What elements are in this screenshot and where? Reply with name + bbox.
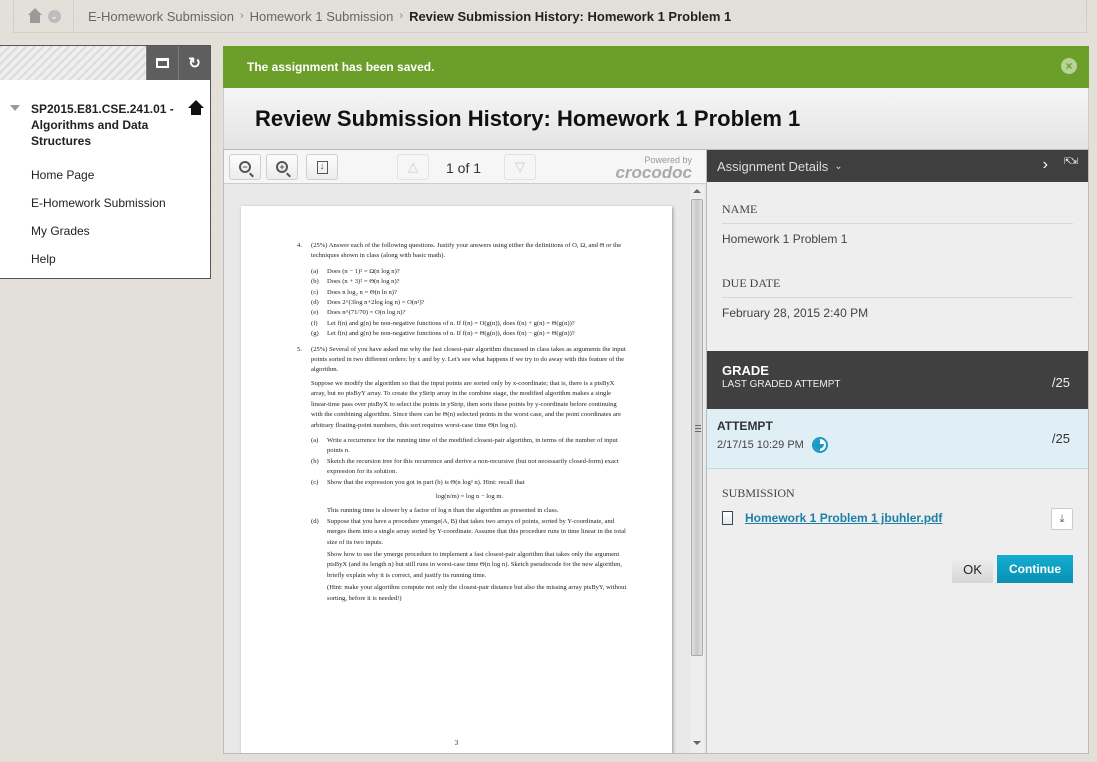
question-5: 5. (25%) Several of you have asked me wh… [297,345,628,604]
scrollbar-thumb[interactable] [691,199,703,656]
question-part: (b) Does (n + 3)² = Θ(n log n)? [311,278,400,286]
page-indicator: 1 of 1 [446,160,482,176]
attempt-row[interactable]: ATTEMPT 2/17/15 10:29 PM /25 [707,409,1088,469]
zoom-in-icon: + [276,161,288,173]
question-part: (a) Write a recurrence for the running ti… [311,436,618,455]
course-menu-refresh-button[interactable]: ↻ [178,46,210,80]
attempt-score: /25 [1051,431,1070,446]
due-date-label: DUE DATE [722,246,1073,298]
document-scrollbar[interactable] [690,185,704,753]
zoom-out-icon: − [239,161,251,173]
grip-icon [695,425,701,433]
zoom-in-button[interactable]: + [266,154,298,180]
name-value: Homework 1 Problem 1 [722,232,848,246]
breadcrumb-item-homework1[interactable]: Homework 1 Submission [250,9,394,24]
attempt-title: ATTEMPT [717,419,773,433]
assignment-details-header[interactable]: Assignment Details ⌄ › ⇱⇲ [707,150,1088,182]
close-icon[interactable]: × [1061,58,1077,74]
ok-button[interactable]: OK [952,555,993,583]
previous-page-button[interactable]: △ [397,154,429,180]
next-page-button[interactable]: ▽ [504,154,536,180]
question-part: (c) Does n log₂ n = Θ(n ln n)? [311,288,397,296]
document-viewer: − + ↓ △ 1 of 1 ▽ Powered by crocodoc 4. … [224,150,707,753]
triangle-up-icon: △ [408,159,418,174]
file-icon [722,511,733,525]
continue-button[interactable]: Continue [997,555,1073,583]
attempt-date: 2/17/15 10:29 PM [717,439,804,451]
scroll-down-icon[interactable] [693,741,701,745]
refresh-icon: ↻ [188,55,201,72]
grade-title: GRADE [722,363,769,378]
chevron-down-icon[interactable]: ⌄ [47,9,61,23]
page-number: 3 [454,738,459,747]
assignment-details-panel: Assignment Details ⌄ › ⇱⇲ NAME Homework … [707,150,1088,753]
alert-message: The assignment has been saved. [247,60,435,74]
question-part: (d) Suppose that you have a procedure ym… [311,517,627,602]
collapse-triangle-icon[interactable] [10,105,20,111]
nav-link-help[interactable]: Help [31,245,210,273]
crocodoc-logo: crocodoc [615,163,692,182]
breadcrumb-item-ehomework[interactable]: E-Homework Submission [88,9,234,24]
question-part: (f) Let f(n) and g(n) be non-negative fun… [311,319,575,327]
viewer-toolbar: − + ↓ △ 1 of 1 ▽ Powered by crocodoc [224,150,706,184]
question-text: (25%) Several of you have asked me why t… [311,345,626,374]
expand-icon[interactable]: ⇱⇲ [1064,157,1079,173]
question-part: (b) Sketch the recursion tree for this re… [311,457,619,476]
scroll-up-icon[interactable] [693,189,701,193]
zoom-out-button[interactable]: − [229,154,261,180]
nav-link-ehomework-submission[interactable]: E-Homework Submission [31,189,210,217]
page-title: Review Submission History: Homework 1 Pr… [255,105,801,131]
grade-subtitle: LAST GRADED ATTEMPT [722,379,841,390]
triangle-down-icon: ▽ [515,159,525,174]
course-menu-toolbar: ↻ [0,46,210,80]
grade-score: /25 [1051,375,1070,390]
success-alert: The assignment has been saved. × [223,46,1089,88]
question-number: 5. [297,345,302,353]
document-page: 4. (25%) Answer each of the following qu… [241,206,672,753]
download-document-button[interactable]: ↓ [306,154,338,180]
chevron-right-icon[interactable]: › [1043,156,1048,174]
question-part: (c) Show that the expression you got in p… [311,478,525,486]
question-part: (e) Does n^(71/70) = O(n log n)? [311,309,406,317]
breadcrumb-separator: › [239,10,244,22]
question-note: This running time is slower by a factor … [327,507,559,515]
formula: log(n/m) = log n − log m. [435,492,504,500]
assignment-details-title[interactable]: Assignment Details [717,159,828,174]
question-part: (d) Does 2^(3log n+2log log n) = O(n²)? [311,299,425,307]
download-icon[interactable]: ⤓ [1051,508,1073,530]
question-part: (g) Let f(n) and g(n) be non-negative fun… [311,330,575,338]
submission-file-link[interactable]: Homework 1 Problem 1 jbuhler.pdf [745,511,942,525]
course-menu: ↻ SP2015.E81.CSE.241.01 - Algorithms and… [0,45,211,279]
download-icon: ↓ [316,160,328,174]
name-label: NAME [722,182,1073,224]
home-icon[interactable] [27,8,43,24]
course-home-icon[interactable] [188,100,204,116]
question-number: 4. [297,242,302,249]
question-paragraph: Suppose we modify the algorithm so that … [311,379,621,429]
breadcrumb-home[interactable]: ⌄ [14,0,74,32]
question-4: 4. (25%) Answer each of the following qu… [297,241,628,340]
due-date-value: February 28, 2015 2:40 PM [722,306,869,320]
breadcrumb-separator: › [399,10,404,22]
grade-summary: GRADE LAST GRADED ATTEMPT /25 [707,351,1088,409]
course-title[interactable]: SP2015.E81.CSE.241.01 - Algorithms and D… [31,101,179,149]
breadcrumb: ⌄ E-Homework Submission › Homework 1 Sub… [13,0,1087,33]
submission-section: SUBMISSION Homework 1 Problem 1 jbuhler.… [722,486,1073,530]
submission-label: SUBMISSION [722,486,795,500]
chevron-down-icon[interactable]: ⌄ [834,161,842,172]
course-menu-window-button[interactable] [146,46,178,80]
clock-icon [811,437,828,453]
document-scroll-area[interactable]: 4. (25%) Answer each of the following qu… [224,185,706,753]
window-icon [156,58,169,68]
content-area: − + ↓ △ 1 of 1 ▽ Powered by crocodoc 4. … [223,149,1089,754]
nav-link-my-grades[interactable]: My Grades [31,217,210,245]
question-part: (a) Does (n − 1)² = Ω(n log n)? [311,267,400,275]
main-panel: The assignment has been saved. × Review … [223,46,1089,754]
nav-link-home-page[interactable]: Home Page [31,161,210,189]
question-text: (25%) Answer each of the following quest… [311,242,622,260]
page-title-bar: Review Submission History: Homework 1 Pr… [223,88,1089,149]
powered-by-logo[interactable]: Powered by crocodoc [615,155,692,182]
breadcrumb-current: Review Submission History: Homework 1 Pr… [409,8,732,24]
